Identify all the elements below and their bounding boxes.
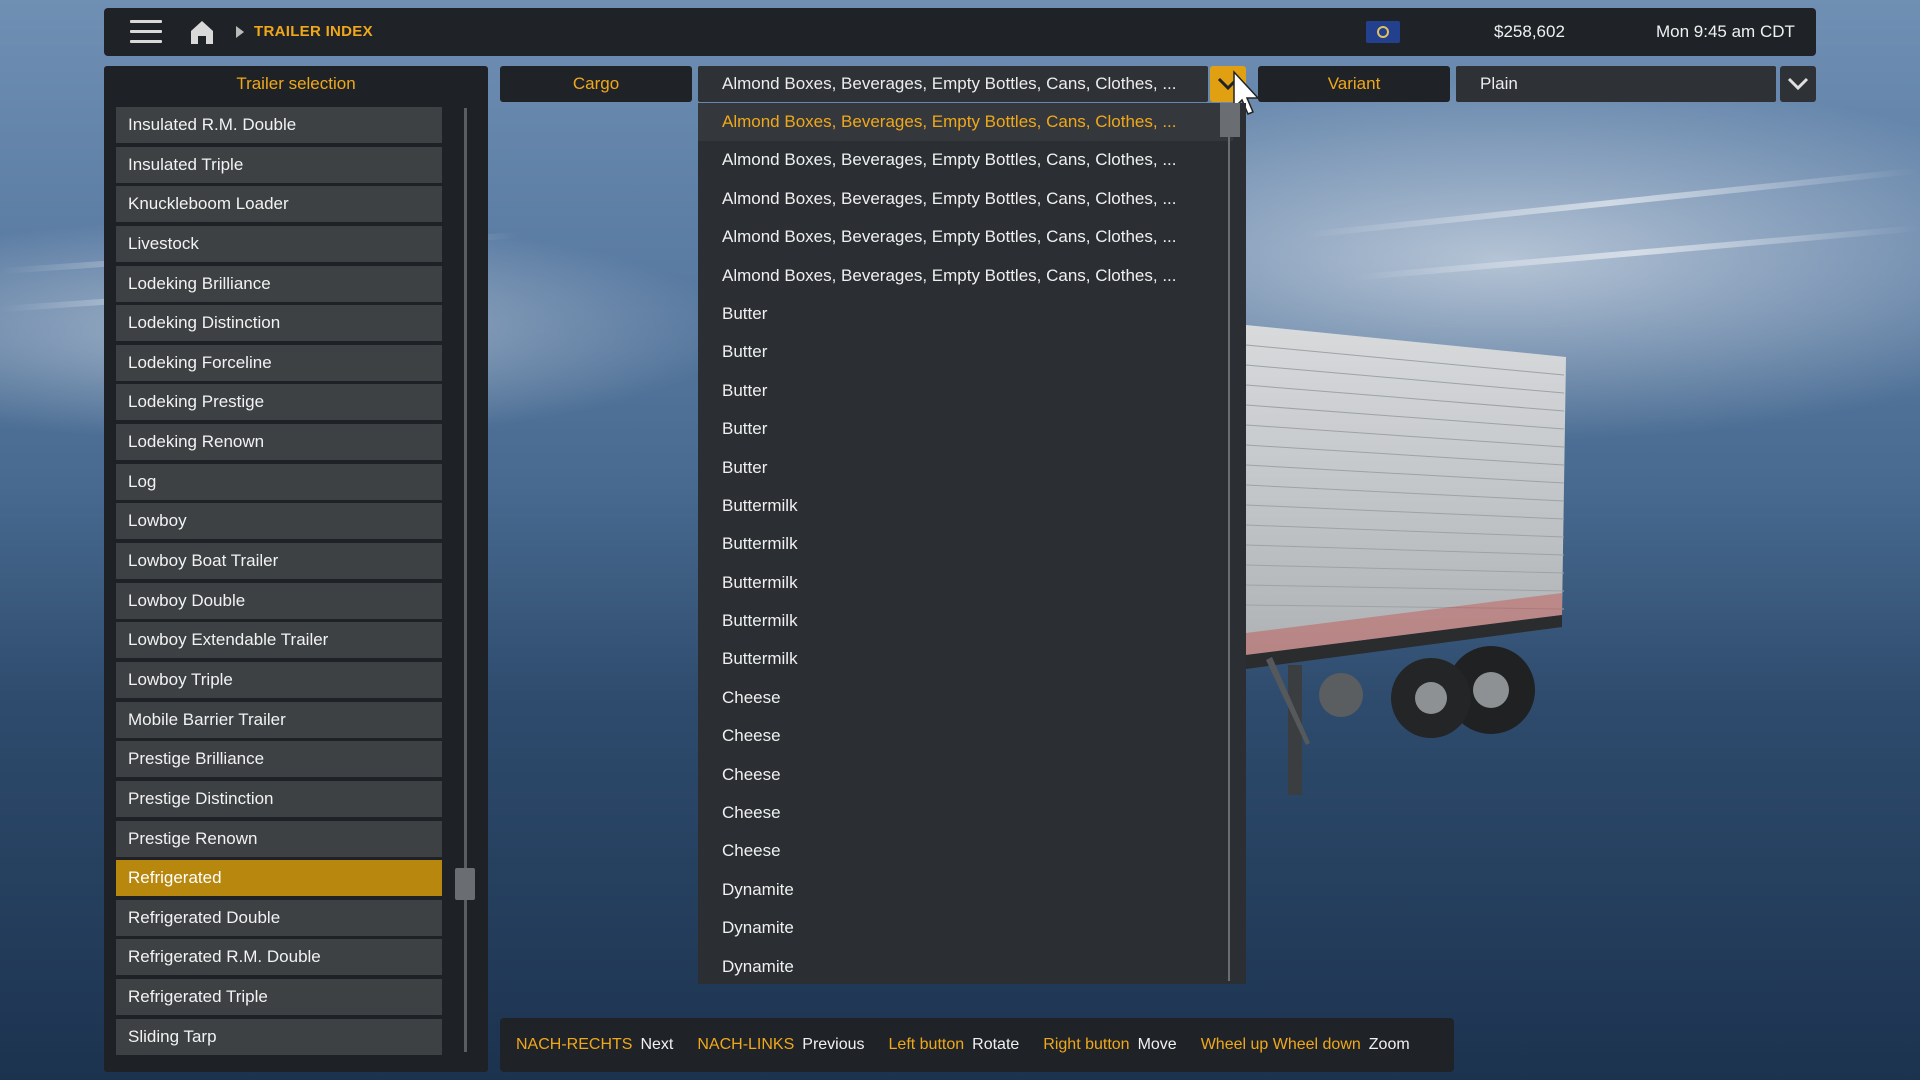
cargo-option[interactable]: Butter bbox=[698, 295, 1233, 333]
hint-key: Right button bbox=[1043, 1036, 1130, 1053]
trailer-list: Insulated R.M. Double Insulated Triple Knu… bbox=[116, 107, 442, 1058]
cargo-option[interactable]: Buttermilk bbox=[698, 487, 1233, 525]
trailer-list-item[interactable]: Lowboy Double bbox=[116, 582, 442, 619]
control-hints-bar: NACH-RECHTS Next NACH-LINKS Previous Left bu… bbox=[500, 1018, 1454, 1072]
dropdown-scrollbar-thumb[interactable] bbox=[1220, 103, 1240, 137]
trailer-list-item[interactable]: Sliding Tarp bbox=[116, 1018, 442, 1055]
trailer-list-item[interactable]: Lodeking Renown bbox=[116, 424, 442, 461]
hint-action: Rotate bbox=[972, 1036, 1020, 1053]
trailer-list-item[interactable]: Prestige Distinction bbox=[116, 780, 442, 817]
control-hint: Wheel up Wheel down Zoom bbox=[1201, 1036, 1410, 1054]
cargo-option[interactable]: Buttermilk bbox=[698, 640, 1233, 678]
trailer-list-item[interactable]: Lowboy Triple bbox=[116, 661, 442, 698]
hint-key: NACH-LINKS bbox=[697, 1036, 795, 1053]
trailer-list-item[interactable]: Lowboy bbox=[116, 503, 442, 540]
home-icon[interactable] bbox=[188, 18, 216, 46]
trailer-list-item[interactable]: Refrigerated Triple bbox=[116, 979, 442, 1016]
control-hint: NACH-RECHTS Next bbox=[516, 1036, 673, 1054]
hint-key: NACH-RECHTS bbox=[516, 1036, 633, 1053]
cargo-option[interactable]: Dynamite bbox=[698, 909, 1233, 947]
menu-icon[interactable] bbox=[130, 20, 162, 44]
trailer-list-item[interactable]: Insulated R.M. Double bbox=[116, 107, 442, 143]
cargo-label: Cargo bbox=[500, 66, 692, 102]
cargo-option[interactable]: Cheese bbox=[698, 794, 1233, 832]
cargo-option[interactable]: Butter bbox=[698, 449, 1233, 487]
cargo-option[interactable]: Butter bbox=[698, 333, 1233, 371]
trailer-list-item[interactable]: Lodeking Distinction bbox=[116, 305, 442, 342]
money-balance: $258,602 bbox=[1494, 22, 1565, 41]
breadcrumb[interactable]: TRAILER INDEX bbox=[254, 23, 373, 40]
trailer-list-item[interactable]: Insulated Triple bbox=[116, 146, 442, 183]
trailer-list-item[interactable]: Prestige Brilliance bbox=[116, 741, 442, 778]
state-flag-icon bbox=[1366, 21, 1400, 43]
trailer-list-item[interactable]: Prestige Renown bbox=[116, 820, 442, 857]
trailer-list-item[interactable]: Mobile Barrier Trailer bbox=[116, 701, 442, 738]
panel-title: Trailer selection bbox=[236, 74, 356, 93]
cargo-option[interactable]: Almond Boxes, Beverages, Empty Bottles, … bbox=[698, 180, 1233, 218]
variant-select[interactable]: Plain bbox=[1456, 66, 1776, 102]
top-bar: TRAILER INDEX $258,602 Mon 9:45 am CDT bbox=[104, 8, 1816, 56]
cargo-options: Almond Boxes, Beverages, Empty Bottles, … bbox=[698, 103, 1246, 986]
hint-key: Left button bbox=[888, 1036, 965, 1053]
control-hint: NACH-LINKS Previous bbox=[697, 1036, 864, 1054]
cargo-option[interactable]: Buttermilk bbox=[698, 564, 1233, 602]
cargo-option[interactable]: Butter bbox=[698, 372, 1233, 410]
cargo-option[interactable]: Almond Boxes, Beverages, Empty Bottles, … bbox=[698, 218, 1233, 256]
cargo-option[interactable]: Cheese bbox=[698, 756, 1233, 794]
background-streak bbox=[1350, 225, 1920, 281]
cargo-option[interactable]: Dynamite bbox=[698, 948, 1233, 986]
trailer-preview-image[interactable] bbox=[1246, 315, 1566, 805]
trailer-list-item[interactable]: Lodeking Forceline bbox=[116, 344, 442, 381]
breadcrumb-arrow-icon bbox=[236, 26, 244, 38]
game-clock: Mon 9:45 am CDT bbox=[1656, 22, 1795, 41]
trailer-selection-panel: Trailer selection Insulated R.M. Double I… bbox=[104, 66, 488, 1072]
cargo-option[interactable]: Almond Boxes, Beverages, Empty Bottles, … bbox=[698, 141, 1233, 179]
trailer-list-item[interactable]: Lowboy Extendable Trailer bbox=[116, 622, 442, 659]
hint-action: Next bbox=[640, 1036, 674, 1053]
variant-dropdown-button[interactable] bbox=[1780, 66, 1816, 102]
hint-action: Previous bbox=[802, 1036, 865, 1053]
cargo-option[interactable]: Dynamite bbox=[698, 871, 1233, 909]
hint-action: Zoom bbox=[1368, 1036, 1410, 1053]
trailer-list-item[interactable]: Lodeking Brilliance bbox=[116, 265, 442, 302]
cargo-option[interactable]: Buttermilk bbox=[698, 525, 1233, 563]
cargo-option[interactable]: Almond Boxes, Beverages, Empty Bottles, … bbox=[698, 103, 1233, 142]
trailer-list-item[interactable]: Refrigerated Double bbox=[116, 899, 442, 936]
dropdown-scrollbar-track[interactable] bbox=[1228, 105, 1230, 981]
cargo-option[interactable]: Cheese bbox=[698, 832, 1233, 870]
variant-label: Variant bbox=[1258, 66, 1450, 102]
trailer-list-item[interactable]: Knuckleboom Loader bbox=[116, 186, 442, 223]
background-streak bbox=[1301, 167, 1919, 239]
cargo-option[interactable]: Almond Boxes, Beverages, Empty Bottles, … bbox=[698, 257, 1233, 295]
trailer-list-item[interactable]: Refrigerated bbox=[116, 860, 442, 897]
chevron-down-icon bbox=[1787, 77, 1809, 91]
scrollbar-track[interactable] bbox=[464, 108, 467, 1052]
hint-key: Wheel up Wheel down bbox=[1200, 1036, 1361, 1053]
cargo-select[interactable]: Almond Boxes, Beverages, Empty Bottles, … bbox=[698, 66, 1208, 102]
cargo-option[interactable]: Cheese bbox=[698, 679, 1233, 717]
trailer-list-item[interactable]: Log bbox=[116, 463, 442, 500]
cargo-option[interactable]: Buttermilk bbox=[698, 602, 1233, 640]
hint-action: Move bbox=[1137, 1036, 1177, 1053]
control-hint: Right button Move bbox=[1043, 1036, 1176, 1054]
cargo-option[interactable]: Butter bbox=[698, 410, 1233, 448]
scrollbar-thumb[interactable] bbox=[455, 868, 475, 900]
trailer-list-item[interactable]: Livestock bbox=[116, 225, 442, 262]
cargo-dropdown-list: Almond Boxes, Beverages, Empty Bottles, … bbox=[698, 103, 1246, 984]
trailer-list-item[interactable]: Lodeking Prestige bbox=[116, 384, 442, 421]
control-hint: Left button Rotate bbox=[889, 1036, 1020, 1054]
cargo-option[interactable]: Cheese bbox=[698, 717, 1233, 755]
trailer-list-item[interactable]: Lowboy Boat Trailer bbox=[116, 543, 442, 580]
trailer-list-item[interactable]: Refrigerated R.M. Double bbox=[116, 939, 442, 976]
